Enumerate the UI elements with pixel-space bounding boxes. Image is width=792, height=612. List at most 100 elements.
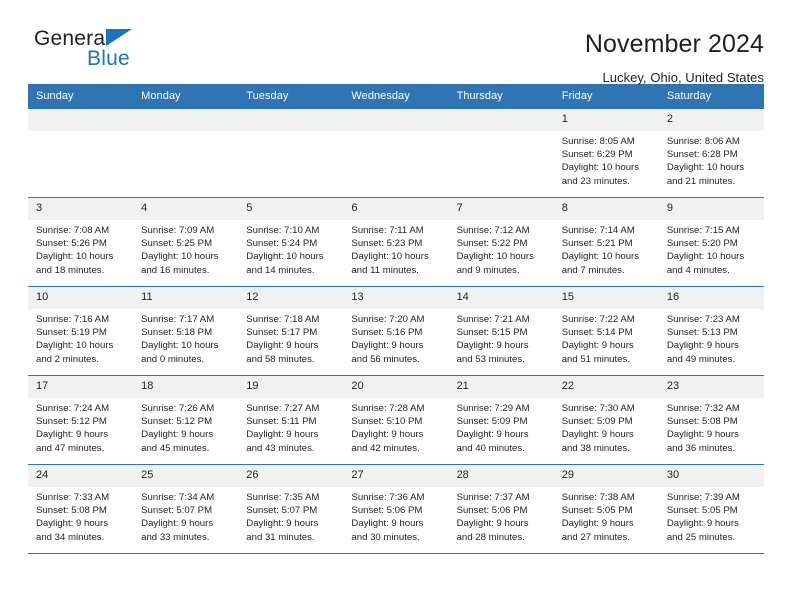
- day-details: Sunrise: 7:35 AM Sunset: 5:07 PM Daylight:…: [238, 487, 343, 544]
- calendar-header-row: Sunday Monday Tuesday Wednesday Thursday Frid…: [28, 84, 764, 109]
- day-details: Sunrise: 7:14 AM Sunset: 5:21 PM Daylight:…: [554, 220, 659, 277]
- calendar-day-cell[interactable]: 8 Sunrise: 7:14 AM Sunset: 5:21 PM Daylight…: [553, 197, 659, 287]
- day-details: Sunrise: 7:09 AM Sunset: 5:25 PM Daylight:…: [133, 220, 238, 277]
- day-number: 7: [448, 198, 554, 220]
- daylight-text: Daylight: 10 hours and 23 minutes.: [561, 162, 640, 187]
- calendar-body: 1 Sunrise: 8:05 AM Sunset: 6:29 PM Daylight…: [28, 108, 764, 554]
- sunset-text: Sunset: 5:06 PM: [456, 505, 528, 517]
- day-details: Sunrise: 7:17 AM Sunset: 5:18 PM Daylight:…: [133, 309, 238, 366]
- calendar-day-cell[interactable]: 12 Sunrise: 7:18 AM Sunset: 5:17 PM Dayligh…: [238, 286, 344, 376]
- calendar-day-cell[interactable]: 26 Sunrise: 7:35 AM Sunset: 5:07 PM Dayligh…: [238, 464, 344, 554]
- calendar-day-cell[interactable]: 30 Sunrise: 7:39 AM Sunset: 5:05 PM Dayligh…: [658, 464, 764, 554]
- calendar-day-cell[interactable]: 17 Sunrise: 7:24 AM Sunset: 5:12 PM Dayligh…: [28, 375, 134, 465]
- calendar-day-cell[interactable]: 13 Sunrise: 7:20 AM Sunset: 5:16 PM Dayligh…: [343, 286, 449, 376]
- sunset-text: Sunset: 5:19 PM: [36, 327, 107, 339]
- calendar-day-cell[interactable]: 24 Sunrise: 7:33 AM Sunset: 5:08 PM Dayligh…: [28, 464, 134, 554]
- sunset-text: Sunset: 5:07 PM: [141, 505, 213, 517]
- sunset-text: Sunset: 5:15 PM: [456, 327, 528, 339]
- day-number: 5: [238, 198, 344, 220]
- day-details: Sunrise: 7:23 AM Sunset: 5:13 PM Daylight:…: [659, 309, 764, 366]
- day-number: [133, 109, 239, 131]
- logo-text-blue: Blue: [87, 47, 130, 70]
- calendar-day-cell[interactable]: 10 Sunrise: 7:16 AM Sunset: 5:19 PM Dayligh…: [28, 286, 134, 376]
- sunset-text: Sunset: 5:05 PM: [666, 505, 738, 517]
- sunset-text: Sunset: 5:20 PM: [666, 238, 738, 250]
- calendar-day-cell[interactable]: 28 Sunrise: 7:37 AM Sunset: 5:06 PM Dayligh…: [448, 464, 554, 554]
- calendar-day-cell[interactable]: 27 Sunrise: 7:36 AM Sunset: 5:06 PM Dayligh…: [343, 464, 449, 554]
- weekday-header-tuesday: Tuesday: [238, 84, 344, 109]
- sunrise-text: Sunrise: 7:15 AM: [666, 225, 740, 236]
- calendar-day-cell[interactable]: 22 Sunrise: 7:30 AM Sunset: 5:09 PM Dayligh…: [553, 375, 659, 465]
- calendar-day-cell[interactable]: 7 Sunrise: 7:12 AM Sunset: 5:22 PM Daylight…: [448, 197, 554, 287]
- day-number: 29: [553, 465, 659, 487]
- day-number: 28: [448, 465, 554, 487]
- daylight-text: Daylight: 9 hours and 42 minutes.: [351, 429, 424, 454]
- page-subtitle: Luckey, Ohio, United States: [602, 69, 764, 85]
- sunrise-text: Sunrise: 7:37 AM: [456, 492, 530, 503]
- sunrise-text: Sunrise: 7:11 AM: [351, 225, 424, 236]
- calendar-day-cell[interactable]: 4 Sunrise: 7:09 AM Sunset: 5:25 PM Daylight…: [133, 197, 239, 287]
- calendar-day-cell[interactable]: 2 Sunrise: 8:06 AM Sunset: 6:28 PM Daylight…: [658, 108, 764, 198]
- sunset-text: Sunset: 5:12 PM: [36, 416, 107, 428]
- day-number: 4: [133, 198, 239, 220]
- weekday-header-friday: Friday: [553, 84, 659, 109]
- sunrise-text: Sunrise: 7:18 AM: [246, 314, 320, 325]
- calendar-day-cell[interactable]: 25 Sunrise: 7:34 AM Sunset: 5:07 PM Dayligh…: [133, 464, 239, 554]
- calendar-day-cell[interactable]: 19 Sunrise: 7:27 AM Sunset: 5:11 PM Dayligh…: [238, 375, 344, 465]
- generalblue-logo[interactable]: General Blue: [28, 28, 178, 74]
- sunrise-text: Sunrise: 7:20 AM: [351, 314, 425, 325]
- calendar-day-cell[interactable]: 14 Sunrise: 7:21 AM Sunset: 5:15 PM Dayligh…: [448, 286, 554, 376]
- day-number: 22: [553, 376, 659, 398]
- day-number: 14: [448, 287, 554, 309]
- day-number: 9: [658, 198, 764, 220]
- day-details: Sunrise: 7:10 AM Sunset: 5:24 PM Daylight:…: [238, 220, 343, 277]
- daylight-text: Daylight: 10 hours and 4 minutes.: [666, 251, 745, 276]
- day-number: [343, 109, 449, 131]
- sunrise-text: Sunrise: 7:30 AM: [561, 403, 635, 414]
- calendar-day-cell[interactable]: 5 Sunrise: 7:10 AM Sunset: 5:24 PM Daylight…: [238, 197, 344, 287]
- sunset-text: Sunset: 5:24 PM: [246, 238, 318, 250]
- sunrise-text: Sunrise: 7:22 AM: [561, 314, 635, 325]
- calendar-table: Sunday Monday Tuesday Wednesday Thursday Frid…: [28, 84, 764, 554]
- day-number: 30: [658, 465, 764, 487]
- day-details: Sunrise: 7:15 AM Sunset: 5:20 PM Daylight:…: [659, 220, 764, 277]
- sunrise-text: Sunrise: 7:36 AM: [351, 492, 425, 503]
- daylight-text: Daylight: 10 hours and 2 minutes.: [36, 340, 114, 365]
- sunrise-text: Sunrise: 7:38 AM: [561, 492, 635, 503]
- sunset-text: Sunset: 5:08 PM: [666, 416, 738, 428]
- day-details: Sunrise: 7:30 AM Sunset: 5:09 PM Daylight:…: [554, 398, 659, 455]
- day-details: Sunrise: 7:34 AM Sunset: 5:07 PM Daylight:…: [133, 487, 238, 544]
- calendar-day-cell[interactable]: 16 Sunrise: 7:23 AM Sunset: 5:13 PM Dayligh…: [658, 286, 764, 376]
- day-number: 20: [343, 376, 449, 398]
- day-number: 12: [238, 287, 344, 309]
- day-number: [238, 109, 344, 131]
- weekday-header-monday: Monday: [133, 84, 239, 109]
- calendar-day-cell[interactable]: 20 Sunrise: 7:28 AM Sunset: 5:10 PM Dayligh…: [343, 375, 449, 465]
- day-details: Sunrise: 7:38 AM Sunset: 5:05 PM Daylight:…: [554, 487, 659, 544]
- calendar-day-cell[interactable]: 6 Sunrise: 7:11 AM Sunset: 5:23 PM Daylight…: [343, 197, 449, 287]
- calendar-day-cell[interactable]: 11 Sunrise: 7:17 AM Sunset: 5:18 PM Dayligh…: [133, 286, 239, 376]
- calendar-day-cell[interactable]: 21 Sunrise: 7:29 AM Sunset: 5:09 PM Dayligh…: [448, 375, 554, 465]
- day-details: Sunrise: 7:11 AM Sunset: 5:23 PM Daylight:…: [343, 220, 448, 277]
- calendar-day-cell[interactable]: 1 Sunrise: 8:05 AM Sunset: 6:29 PM Daylight…: [553, 108, 659, 198]
- day-details: Sunrise: 7:37 AM Sunset: 5:06 PM Daylight:…: [449, 487, 554, 544]
- calendar-day-cell[interactable]: 3 Sunrise: 7:08 AM Sunset: 5:26 PM Daylight…: [28, 197, 134, 287]
- daylight-text: Daylight: 9 hours and 49 minutes.: [666, 340, 739, 365]
- calendar-day-cell[interactable]: 29 Sunrise: 7:38 AM Sunset: 5:05 PM Dayligh…: [553, 464, 659, 554]
- calendar-day-cell[interactable]: 15 Sunrise: 7:22 AM Sunset: 5:14 PM Dayligh…: [553, 286, 659, 376]
- calendar-day-cell[interactable]: 18 Sunrise: 7:26 AM Sunset: 5:12 PM Dayligh…: [133, 375, 239, 465]
- day-details: Sunrise: 7:24 AM Sunset: 5:12 PM Daylight:…: [28, 398, 133, 455]
- day-number: 13: [343, 287, 449, 309]
- daylight-text: Daylight: 9 hours and 45 minutes.: [141, 429, 214, 454]
- logo-text-general: General: [34, 27, 111, 50]
- calendar-day-cell[interactable]: 23 Sunrise: 7:32 AM Sunset: 5:08 PM Dayligh…: [658, 375, 764, 465]
- day-details: Sunrise: 8:05 AM Sunset: 6:29 PM Daylight:…: [554, 131, 659, 188]
- day-number: 8: [553, 198, 659, 220]
- daylight-text: Daylight: 9 hours and 58 minutes.: [246, 340, 319, 365]
- daylight-text: Daylight: 10 hours and 11 minutes.: [351, 251, 429, 276]
- sunrise-text: Sunrise: 7:12 AM: [456, 225, 530, 236]
- calendar-day-cell-empty: [28, 108, 134, 198]
- sunset-text: Sunset: 5:10 PM: [351, 416, 423, 428]
- sunset-text: Sunset: 5:07 PM: [246, 505, 318, 517]
- calendar-day-cell[interactable]: 9 Sunrise: 7:15 AM Sunset: 5:20 PM Daylight…: [658, 197, 764, 287]
